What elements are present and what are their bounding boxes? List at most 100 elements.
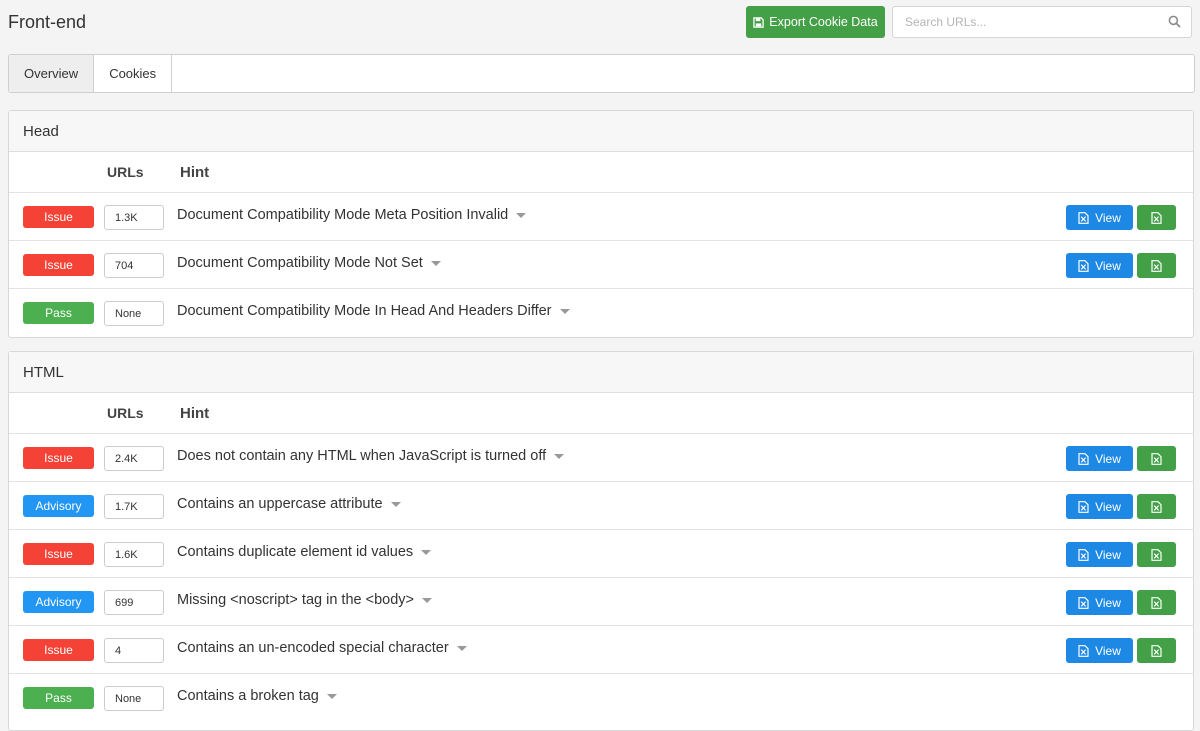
excel-file-icon: [1151, 644, 1162, 657]
export-excel-button[interactable]: [1137, 590, 1176, 615]
hint-toggle[interactable]: Contains an uppercase attribute: [177, 496, 401, 512]
document-file-icon: [1078, 644, 1089, 657]
hint-column-header: Hint: [180, 164, 210, 181]
hint-row: Pass None Contains a broken tag: [9, 674, 1193, 722]
tab-cookies[interactable]: Cookies: [94, 55, 173, 92]
hint-toggle[interactable]: Contains an un-encoded special character: [177, 640, 467, 656]
export-excel-button[interactable]: [1137, 253, 1176, 278]
section-title: Head: [9, 111, 1193, 152]
document-file-icon: [1078, 211, 1089, 224]
caret-down-icon: [430, 260, 441, 266]
hint-toggle[interactable]: Contains duplicate element id values: [177, 544, 432, 560]
urls-column-header: URLs: [107, 405, 144, 421]
head-rows: Issue 1.3K Document Compatibility Mode Met…: [9, 193, 1193, 337]
status-badge: Issue: [23, 639, 94, 661]
tab-overview[interactable]: Overview: [9, 55, 95, 92]
page-title: Front-end: [8, 12, 87, 32]
status-badge: Issue: [23, 206, 94, 228]
view-button[interactable]: View: [1066, 446, 1133, 471]
export-excel-button[interactable]: [1137, 494, 1176, 519]
document-file-icon: [1078, 452, 1089, 465]
export-excel-button[interactable]: [1137, 446, 1176, 471]
head-section: Head URLs Hint Issue 1.3K Document Compati…: [8, 110, 1194, 338]
html-section: HTML URLs Hint Issue 2.4K Does not contain…: [8, 351, 1194, 731]
hint-row: Issue 2.4K Does not contain any HTML when …: [9, 434, 1193, 482]
hint-toggle[interactable]: Does not contain any HTML when JavaScrip…: [177, 448, 565, 464]
export-excel-button[interactable]: [1137, 542, 1176, 567]
excel-file-icon: [1151, 548, 1162, 561]
view-button-label: View: [1095, 210, 1121, 225]
export-button-label: Export Cookie Data: [769, 15, 878, 29]
url-count: None: [104, 301, 164, 326]
url-count: 704: [104, 253, 164, 278]
hint-toggle[interactable]: Document Compatibility Mode In Head And …: [177, 303, 570, 319]
hint-text: Document Compatibility Mode In Head And …: [177, 303, 552, 319]
export-cookie-data-button[interactable]: Export Cookie Data: [746, 6, 885, 38]
search-input[interactable]: [893, 7, 1153, 37]
caret-down-icon: [516, 212, 527, 218]
caret-down-icon: [326, 693, 337, 699]
view-button[interactable]: View: [1066, 590, 1133, 615]
document-file-icon: [1078, 548, 1089, 561]
document-file-icon: [1078, 259, 1089, 272]
hint-text: Does not contain any HTML when JavaScrip…: [177, 448, 547, 464]
hint-toggle[interactable]: Missing <noscript> tag in the <body>: [177, 592, 432, 608]
hint-row: Advisory 699 Missing <noscript> tag in the…: [9, 578, 1193, 626]
status-badge: Issue: [23, 254, 94, 276]
excel-file-icon: [1151, 596, 1162, 609]
search-icon[interactable]: [1168, 15, 1181, 28]
hint-text: Contains duplicate element id values: [177, 544, 414, 560]
hint-row: Issue 704 Document Compatibility Mode Not …: [9, 241, 1193, 289]
document-file-icon: [1078, 596, 1089, 609]
caret-down-icon: [390, 501, 401, 507]
document-file-icon: [1078, 500, 1089, 513]
excel-file-icon: [1151, 211, 1162, 224]
caret-down-icon: [456, 645, 467, 651]
view-button-label: View: [1095, 643, 1121, 658]
hint-text: Contains an uppercase attribute: [177, 496, 383, 512]
top-bar: Front-end Export Cookie Data: [0, 0, 1200, 50]
hint-row: Pass None Document Compatibility Mode In H…: [9, 289, 1193, 337]
status-badge: Pass: [23, 302, 94, 324]
caret-down-icon: [421, 597, 432, 603]
tab-bar: Overview Cookies: [8, 54, 1195, 93]
hint-text: Document Compatibility Mode Not Set: [177, 255, 423, 271]
view-button-label: View: [1095, 547, 1121, 562]
hint-row: Issue 4 Contains an un-encoded special cha…: [9, 626, 1193, 674]
export-excel-button[interactable]: [1137, 638, 1176, 663]
floppy-disk-icon: [753, 16, 765, 28]
caret-down-icon: [421, 549, 432, 555]
url-count: None: [104, 686, 164, 711]
hint-toggle[interactable]: Document Compatibility Mode Not Set: [177, 255, 441, 271]
hint-text: Contains a broken tag: [177, 688, 319, 704]
column-header-row: URLs Hint: [9, 152, 1193, 193]
status-badge: Issue: [23, 447, 94, 469]
view-button-label: View: [1095, 499, 1121, 514]
excel-file-icon: [1151, 259, 1162, 272]
view-button[interactable]: View: [1066, 542, 1133, 567]
url-count: 1.7K: [104, 494, 164, 519]
excel-file-icon: [1151, 500, 1162, 513]
view-button[interactable]: View: [1066, 494, 1133, 519]
column-header-row: URLs Hint: [9, 393, 1193, 434]
section-title: HTML: [9, 352, 1193, 393]
hint-text: Missing <noscript> tag in the <body>: [177, 592, 414, 608]
export-excel-button[interactable]: [1137, 205, 1176, 230]
hint-toggle[interactable]: Contains a broken tag: [177, 688, 337, 704]
view-button-label: View: [1095, 451, 1121, 466]
hint-text: Contains an un-encoded special character: [177, 640, 449, 656]
view-button-label: View: [1095, 258, 1121, 273]
status-badge: Advisory: [23, 495, 94, 517]
url-count: 1.6K: [104, 542, 164, 567]
status-badge: Pass: [23, 687, 94, 709]
view-button[interactable]: View: [1066, 253, 1133, 278]
hint-row: Issue 1.6K Contains duplicate element id v…: [9, 530, 1193, 578]
hint-row: Issue 1.3K Document Compatibility Mode Met…: [9, 193, 1193, 241]
hint-row: Advisory 1.7K Contains an uppercase attrib…: [9, 482, 1193, 530]
url-count: 1.3K: [104, 205, 164, 230]
view-button[interactable]: View: [1066, 205, 1133, 230]
url-count: 4: [104, 638, 164, 663]
url-count: 2.4K: [104, 446, 164, 471]
hint-toggle[interactable]: Document Compatibility Mode Meta Positio…: [177, 207, 527, 223]
view-button[interactable]: View: [1066, 638, 1133, 663]
